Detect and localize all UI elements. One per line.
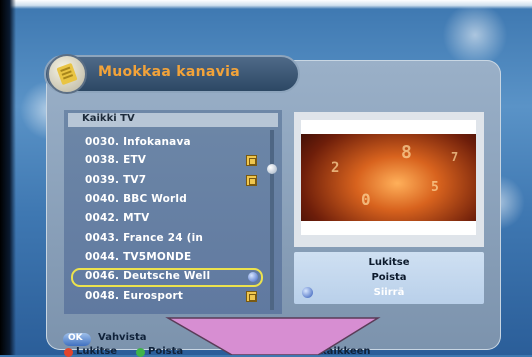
down-arrow-shape bbox=[165, 317, 381, 355]
pink-arrow-overlay bbox=[165, 317, 381, 355]
